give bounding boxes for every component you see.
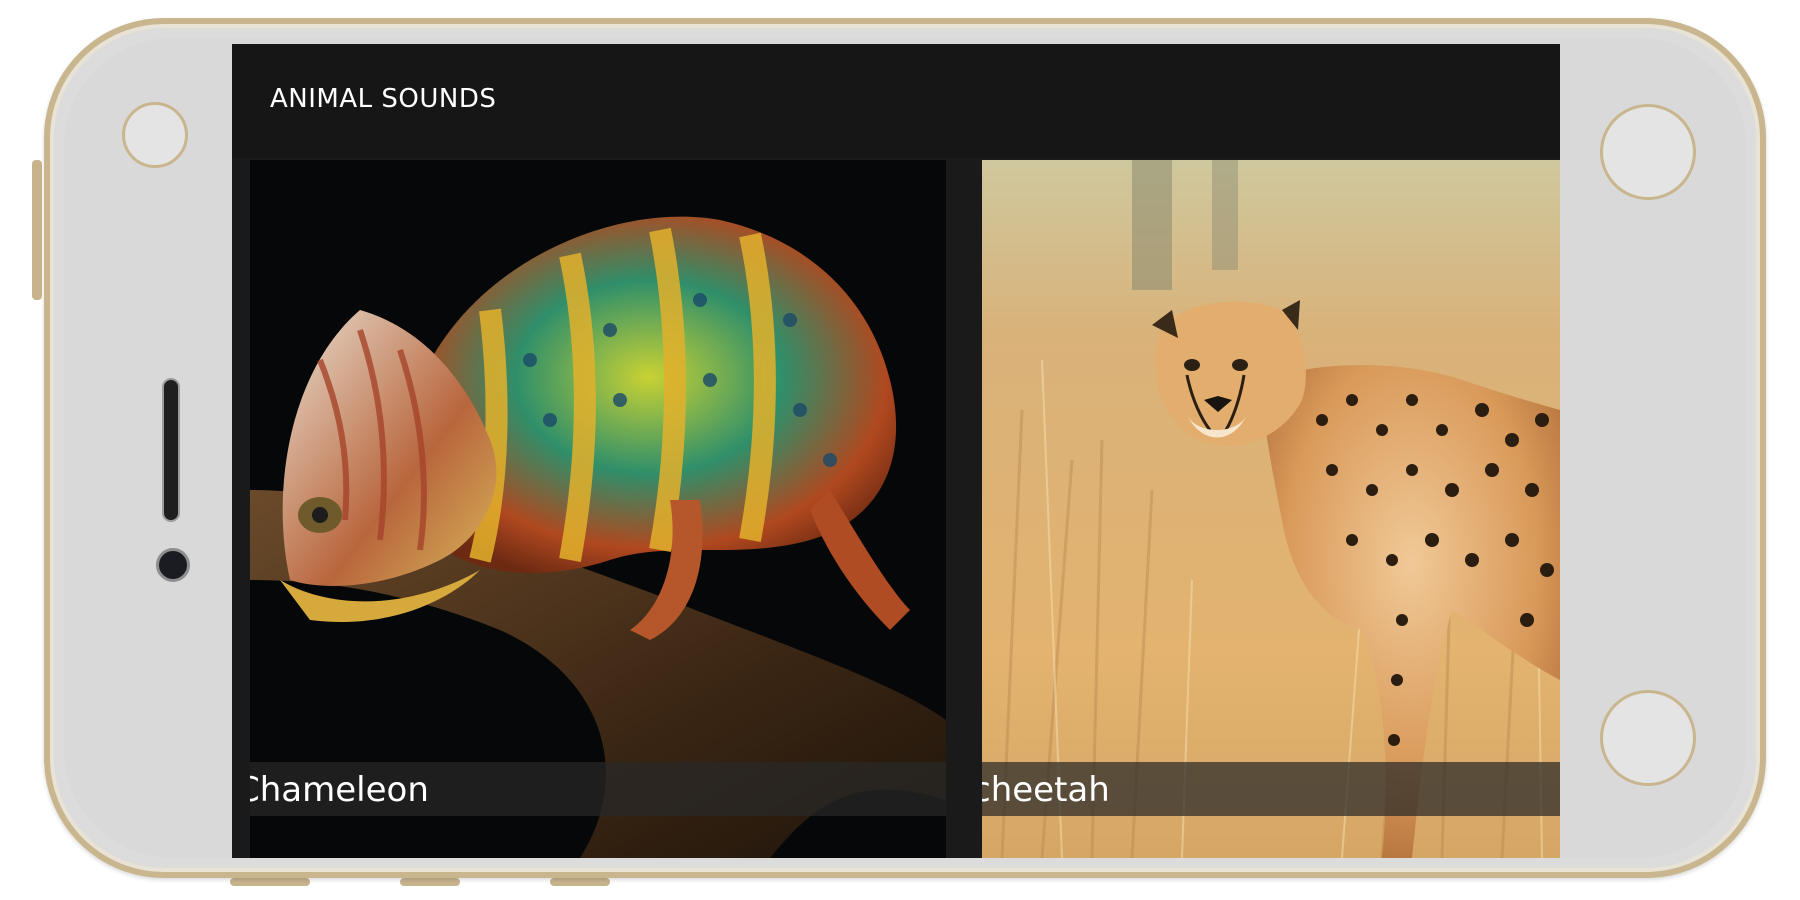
app-screen: ANIMAL SOUNDS Chameleon cheetah — [232, 44, 1560, 858]
front-sensor — [122, 102, 188, 168]
corner-button — [1600, 104, 1696, 200]
tile-label-bar: cheetah — [982, 762, 1560, 816]
side-button — [230, 878, 310, 886]
tile-label-bar: Chameleon — [250, 762, 946, 816]
volume-button — [32, 160, 42, 300]
app-bar: ANIMAL SOUNDS — [232, 44, 1560, 158]
animal-tile-chameleon[interactable]: Chameleon — [250, 160, 946, 858]
chameleon-photo — [250, 160, 946, 858]
front-camera — [156, 548, 190, 582]
tile-label: cheetah — [982, 770, 1110, 810]
app-title: ANIMAL SOUNDS — [270, 84, 497, 114]
animal-tile-cheetah[interactable]: cheetah — [982, 160, 1560, 858]
tile-label: Chameleon — [250, 770, 429, 810]
earpiece-speaker — [162, 378, 180, 522]
cheetah-photo — [982, 160, 1560, 858]
corner-button — [1600, 690, 1696, 786]
side-button — [400, 878, 460, 886]
device-mockup: ANIMAL SOUNDS Chameleon cheetah — [0, 0, 1800, 900]
side-button — [550, 878, 610, 886]
